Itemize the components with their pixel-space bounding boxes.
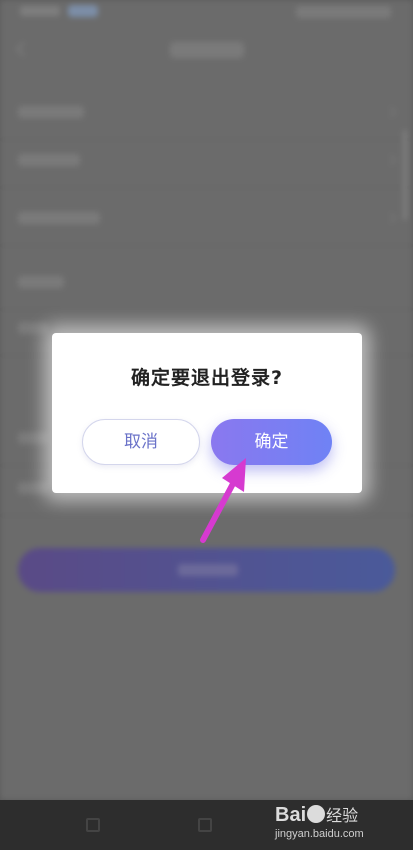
watermark-url: jingyan.baidu.com bbox=[275, 828, 364, 840]
row-label bbox=[18, 276, 64, 288]
row-label bbox=[18, 432, 48, 444]
row-label bbox=[18, 482, 48, 494]
chevron-right-icon bbox=[385, 154, 397, 166]
header-title bbox=[170, 42, 244, 58]
chevron-right-icon bbox=[385, 212, 397, 224]
nav-back-button[interactable] bbox=[86, 818, 100, 832]
watermark-brand: Bai 经验 bbox=[275, 802, 358, 827]
back-arrow-icon bbox=[15, 41, 31, 57]
logout-label bbox=[178, 564, 238, 576]
confirm-button[interactable]: 确定 bbox=[211, 419, 332, 465]
header bbox=[0, 30, 413, 70]
row-label bbox=[18, 322, 48, 334]
watermark-brand-suffix: 经验 bbox=[326, 808, 359, 825]
status-bar bbox=[0, 0, 413, 26]
nav-home-button[interactable] bbox=[198, 818, 212, 832]
background-logout-button bbox=[18, 548, 395, 592]
chevron-right-icon bbox=[385, 106, 397, 118]
row-label bbox=[18, 106, 84, 118]
logout-confirm-dialog: 确定要退出登录? 取消 确定 bbox=[52, 333, 362, 493]
settings-row bbox=[0, 132, 413, 188]
watermark-brand-text: Bai bbox=[275, 804, 307, 826]
status-pill bbox=[68, 5, 98, 17]
dialog-title: 确定要退出登录? bbox=[130, 367, 284, 389]
scrollbar bbox=[403, 130, 407, 220]
row-label bbox=[18, 212, 100, 224]
settings-row bbox=[0, 190, 413, 246]
baidu-watermark: Bai 经验 jingyan.baidu.com bbox=[275, 800, 385, 846]
row-label bbox=[18, 154, 80, 166]
status-indicators bbox=[296, 6, 391, 18]
paw-icon bbox=[307, 805, 326, 823]
cancel-button[interactable]: 取消 bbox=[82, 419, 200, 465]
status-time bbox=[20, 6, 60, 16]
